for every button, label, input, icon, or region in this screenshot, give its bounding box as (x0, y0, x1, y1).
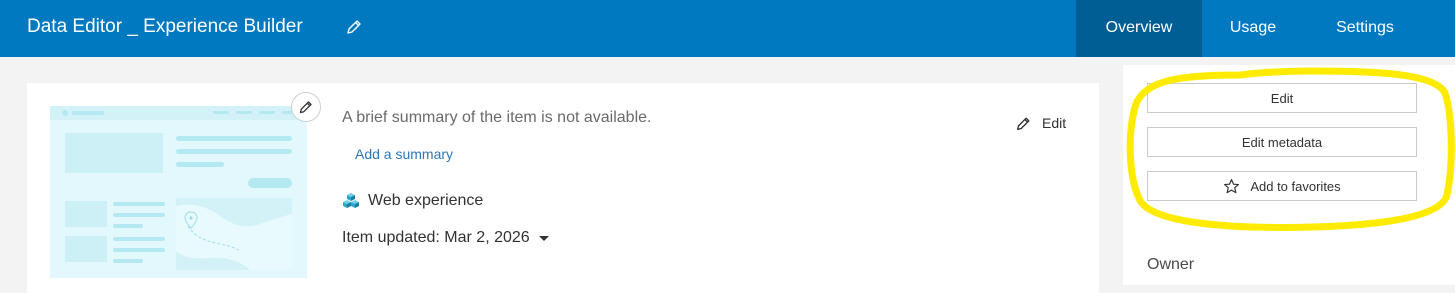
item-title: Data Editor _ Experience Builder (27, 16, 303, 37)
tab-settings[interactable]: Settings (1304, 0, 1426, 57)
item-thumbnail (50, 106, 307, 278)
owner-heading: Owner (1147, 256, 1195, 273)
add-to-favorites-button[interactable]: Add to favorites (1147, 171, 1417, 201)
edit-summary-button[interactable]: Edit (1015, 113, 1066, 133)
edit-metadata-button-label: Edit metadata (1241, 134, 1323, 150)
item-type: Web experience (342, 190, 483, 212)
pencil-icon (1016, 116, 1030, 130)
pencil-icon[interactable] (345, 18, 363, 36)
item-updated-label: Item updated: Mar 2, 2026 (342, 229, 530, 246)
edit-button[interactable]: Edit (1147, 83, 1417, 113)
edit-metadata-button[interactable]: Edit metadata (1147, 127, 1417, 157)
add-summary-link[interactable]: Add a summary (355, 146, 453, 162)
summary-text: A brief summary of the item is not avail… (342, 109, 652, 126)
edit-summary-label: Edit (1042, 115, 1067, 131)
tab-usage[interactable]: Usage (1202, 0, 1304, 57)
star-outline-icon (1224, 178, 1240, 193)
edit-button-label: Edit (1270, 90, 1294, 106)
add-to-favorites-label: Add to favorites (1250, 178, 1341, 194)
app-header: Data Editor _ Experience Builder Overvie… (0, 0, 1455, 57)
item-updated-dropdown[interactable]: Item updated: Mar 2, 2026 (342, 227, 552, 249)
item-type-label: Web experience (368, 192, 484, 209)
actions-panel: Edit Edit metadata Add to favorites Owne… (1123, 65, 1455, 285)
tab-overview[interactable]: Overview (1076, 0, 1202, 57)
web-experience-icon (343, 193, 359, 208)
thumbnail-edit-button[interactable] (291, 92, 321, 122)
pencil-icon (299, 101, 312, 114)
caret-down-icon (538, 236, 549, 241)
item-overview-card: A brief summary of the item is not avail… (27, 83, 1099, 293)
